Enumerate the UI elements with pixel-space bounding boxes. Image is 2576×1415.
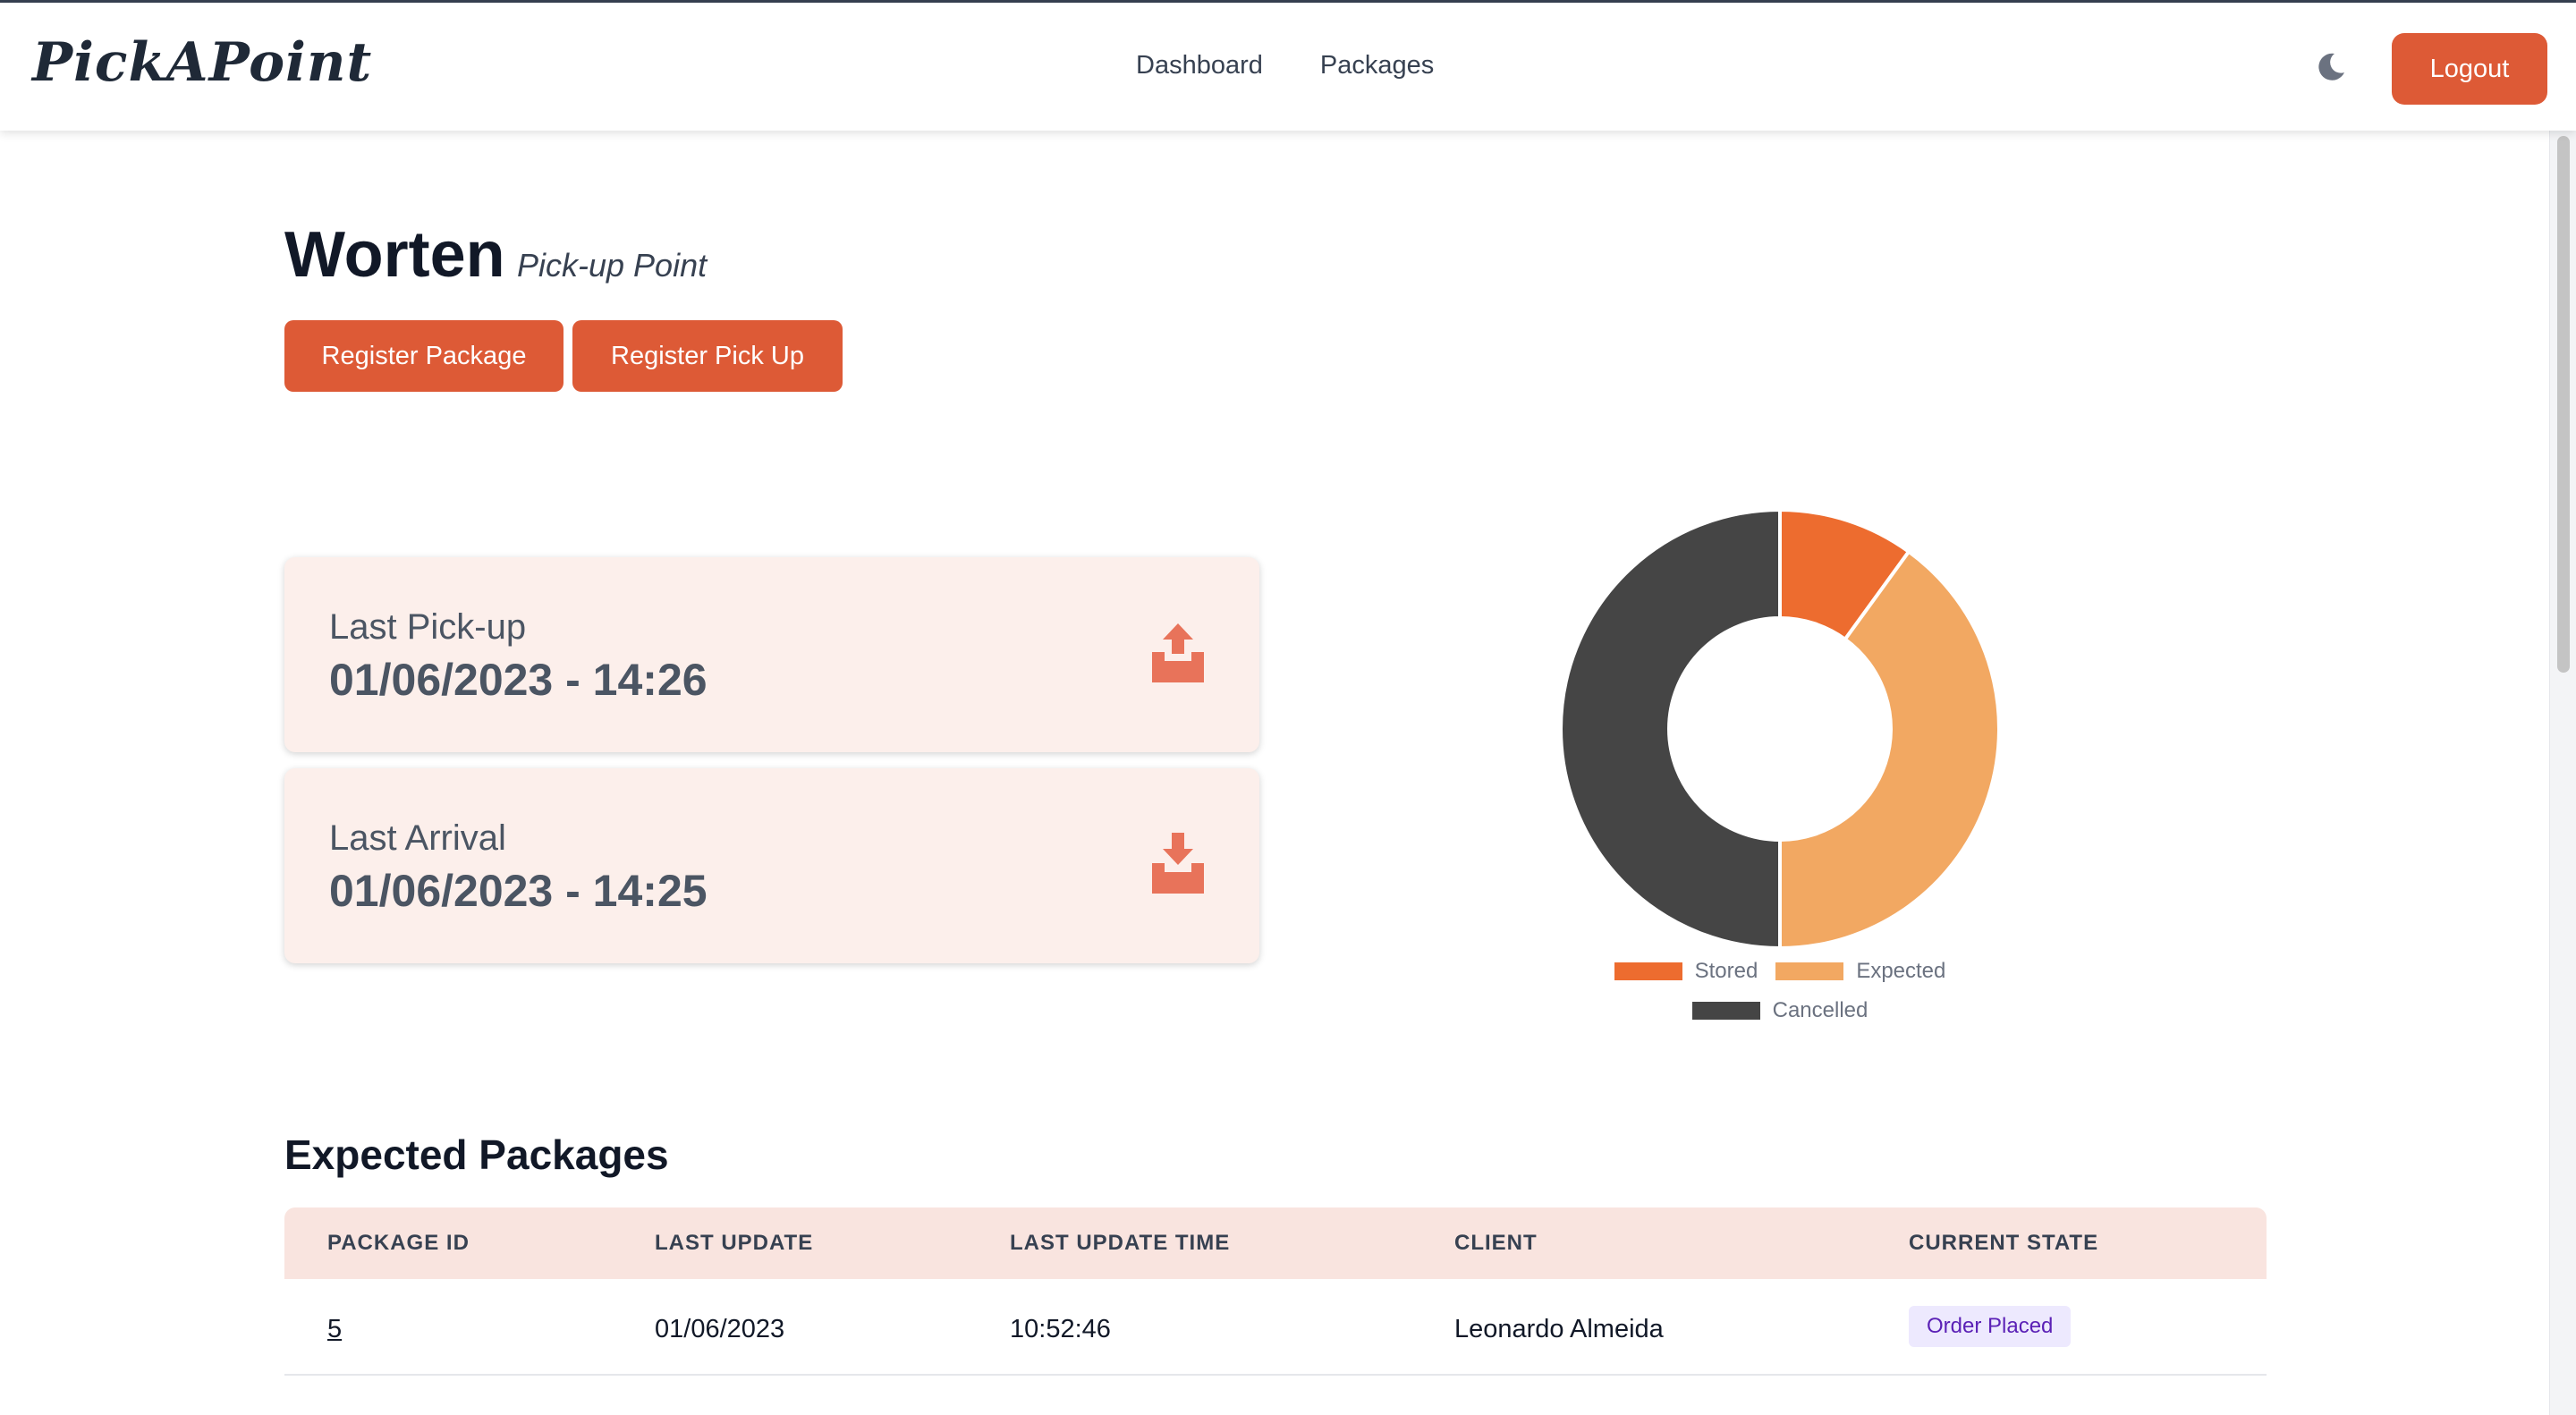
status-badge: Order Placed (1909, 1306, 2072, 1347)
last-update-time: 10:52:46 (1010, 1315, 1111, 1343)
legend-label: Expected (1856, 959, 1946, 983)
nav-link-packages[interactable]: Packages (1320, 51, 1434, 80)
page-title: Worten (284, 219, 505, 291)
legend-swatch (1691, 1002, 1760, 1020)
expected-packages-table: PACKAGE ID LAST UPDATE LAST UPDATE TIME … (284, 1207, 2267, 1415)
scrollbar-thumb[interactable] (2557, 136, 2570, 673)
column-header-current-state: CURRENT STATE (1909, 1231, 2099, 1255)
legend-swatch (1775, 962, 1844, 980)
chart-legend: Stored Expected Cancelled (1521, 959, 2039, 1038)
last-arrival-card: Last Arrival 01/06/2023 - 14:25 (284, 768, 1259, 963)
upload-tray-icon (1152, 623, 1204, 682)
package-id-link[interactable]: 5 (327, 1315, 342, 1344)
register-package-button[interactable]: Register Package (284, 320, 564, 392)
expected-packages-title: Expected Packages (284, 1131, 669, 1178)
donut-slice-cancelled[interactable] (1559, 507, 1782, 951)
legend-item-cancelled[interactable]: Cancelled (1691, 998, 1868, 1023)
legend-item-stored[interactable]: Stored (1614, 959, 1758, 984)
column-header-last-update-time: LAST UPDATE TIME (1010, 1231, 1231, 1255)
card-value: 01/06/2023 - 14:26 (329, 655, 708, 705)
scrollbar[interactable] (2549, 131, 2576, 1415)
legend-label: Cancelled (1772, 998, 1868, 1022)
table-row[interactable] (284, 1376, 2267, 1415)
card-label: Last Pick-up (329, 607, 527, 647)
package-status-donut-chart (1559, 507, 2001, 951)
dark-mode-moon-icon[interactable] (2315, 51, 2347, 83)
page-subtitle: Pick-up Point (517, 247, 708, 284)
brand-logo[interactable]: PickAPoint (32, 31, 372, 94)
legend-label: Stored (1694, 959, 1758, 983)
card-label: Last Arrival (329, 818, 506, 858)
nav-link-dashboard[interactable]: Dashboard (1136, 51, 1263, 80)
legend-swatch (1614, 962, 1682, 980)
navbar: PickAPoint Dashboard Packages Logout (0, 3, 2576, 131)
card-value: 01/06/2023 - 14:25 (329, 866, 708, 916)
download-tray-icon (1152, 833, 1204, 894)
last-pickup-card: Last Pick-up 01/06/2023 - 14:26 (284, 557, 1259, 752)
column-header-last-update: LAST UPDATE (655, 1231, 814, 1255)
client-name: Leonardo Almeida (1454, 1315, 1664, 1343)
logout-button[interactable]: Logout (2392, 33, 2547, 105)
column-header-client: CLIENT (1454, 1231, 1538, 1255)
table-row[interactable]: 5 01/06/2023 10:52:46 Leonardo Almeida O… (284, 1279, 2267, 1376)
legend-item-expected[interactable]: Expected (1775, 959, 1945, 984)
register-pickup-button[interactable]: Register Pick Up (572, 320, 843, 392)
nav-links: Dashboard Packages (1136, 51, 1434, 80)
last-update-date: 01/06/2023 (655, 1315, 785, 1343)
column-header-package-id: PACKAGE ID (327, 1231, 470, 1255)
table-header: PACKAGE ID LAST UPDATE LAST UPDATE TIME … (284, 1207, 2267, 1279)
